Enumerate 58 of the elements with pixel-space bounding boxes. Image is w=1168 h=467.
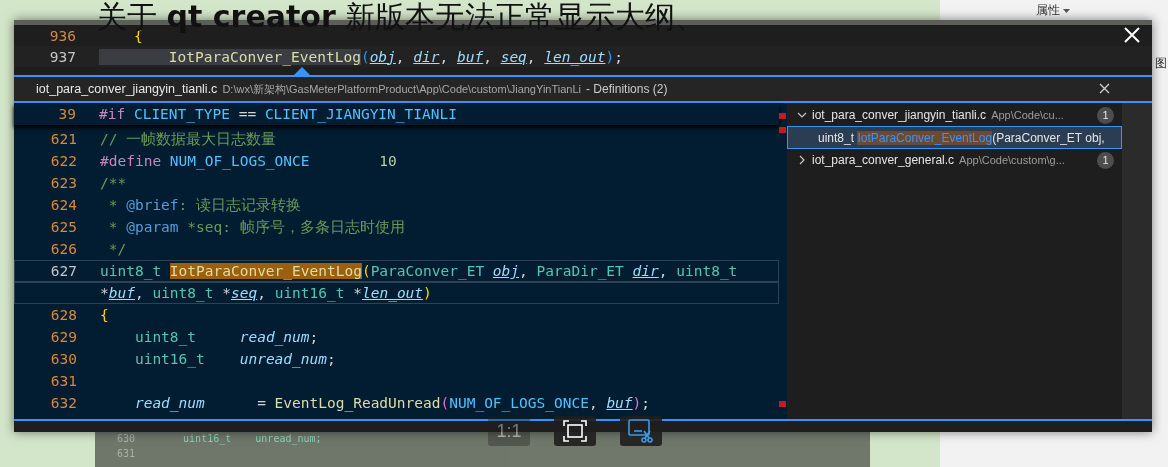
line-number: 630 [115,432,135,446]
code-line: uint16_t unread_num; [182,432,322,446]
count-badge: 1 [1097,151,1114,169]
fit-button[interactable] [554,416,596,446]
line-number: 39 [57,106,76,122]
peek-title: - Definitions (2) [586,82,669,96]
error-marker [779,401,786,407]
file-name: iot_para_conver_jiangyin_tianli.c [36,82,218,96]
code-line: { [100,307,109,323]
panel-label: 属性 [1036,2,1060,19]
line-number: 630 [49,351,77,367]
line-number: 625 [49,219,77,235]
count-badge: 1 [1097,106,1114,124]
caret-icon [1063,8,1070,13]
reference-file[interactable]: iot_para_conver_general.c App\Code\custom\g... 1 [787,149,1122,171]
file-name: iot_para_conver_jiangyin_tianli.c [812,108,987,122]
line-number: 622 [49,153,77,169]
file-name: iot_para_conver_general.c [812,153,955,167]
line-number: 631 [49,373,77,389]
close-icon [1124,27,1140,43]
crop-button[interactable] [620,416,662,446]
code-line: uint16_t unread_num; [133,351,336,367]
code-line: uint8_t IotParaConver_EventLog(ParaConver_ET obj, ParaDir_ET dir, uint8_t [100,263,738,279]
chevron-down-icon [797,110,807,120]
code-line: uint8_t read_num; [133,329,319,345]
code-line: #define NUM_OF_LOGS_ONCE 10 [100,153,397,169]
line-number: 936 [48,27,76,44]
line-number: 629 [49,329,77,345]
code-line: /** [100,175,127,191]
fit-to-window-icon [563,420,587,442]
line-number: 631 [115,447,135,461]
screen-scissors-icon [628,419,654,443]
file-path: D:\wx\新架构\GasMeterPlatformProduct\App\Code\custom\JiangYinTianLi [222,81,582,97]
close-icon [1099,83,1110,94]
code-line: *buf, uint8_t *seq, uint16_t *len_out) [100,285,432,301]
line-number: 626 [49,241,77,257]
error-marker [779,127,786,133]
code-line: IotParaConver_EventLog(obj, dir, buf, seq, len_out); [99,48,623,65]
chevron-right-icon [797,155,807,165]
code-line: * @param *seq: 帧序号，多条日志时使用 [107,217,405,237]
code-line: read_num = EventLog_ReadUnread(NUM_OF_LOGS_ONCE, buf); [133,395,651,411]
file-path: App\Code\custom\g... [959,154,1066,166]
file-path: App\Code\cu... [991,109,1065,121]
line-number: 632 [49,395,77,411]
code-line: */ [107,241,127,257]
line-number: 624 [49,197,77,213]
reference-item[interactable]: uint8_t IotParaConver_EventLog(ParaConver_ET obj, [787,126,1122,149]
line-number: 621 [49,131,77,147]
line-number: 623 [49,175,77,191]
error-marker [779,113,786,119]
code-line: // 一帧数据最大日志数量 [100,129,277,149]
line-number: 627 [49,263,77,279]
code-line: * @brief: 读日志记录转换 [107,195,302,215]
code-line: #if CLIENT_TYPE == CLIENT_JIANGYIN_TIANLI [99,106,457,122]
panel-label: 图 [1155,55,1167,72]
line-number: 937 [48,48,76,65]
line-number: 628 [49,307,77,323]
reference-file[interactable]: iot_para_conver_jiangyin_tianli.c App\Code\cu... 1 [787,104,1122,126]
